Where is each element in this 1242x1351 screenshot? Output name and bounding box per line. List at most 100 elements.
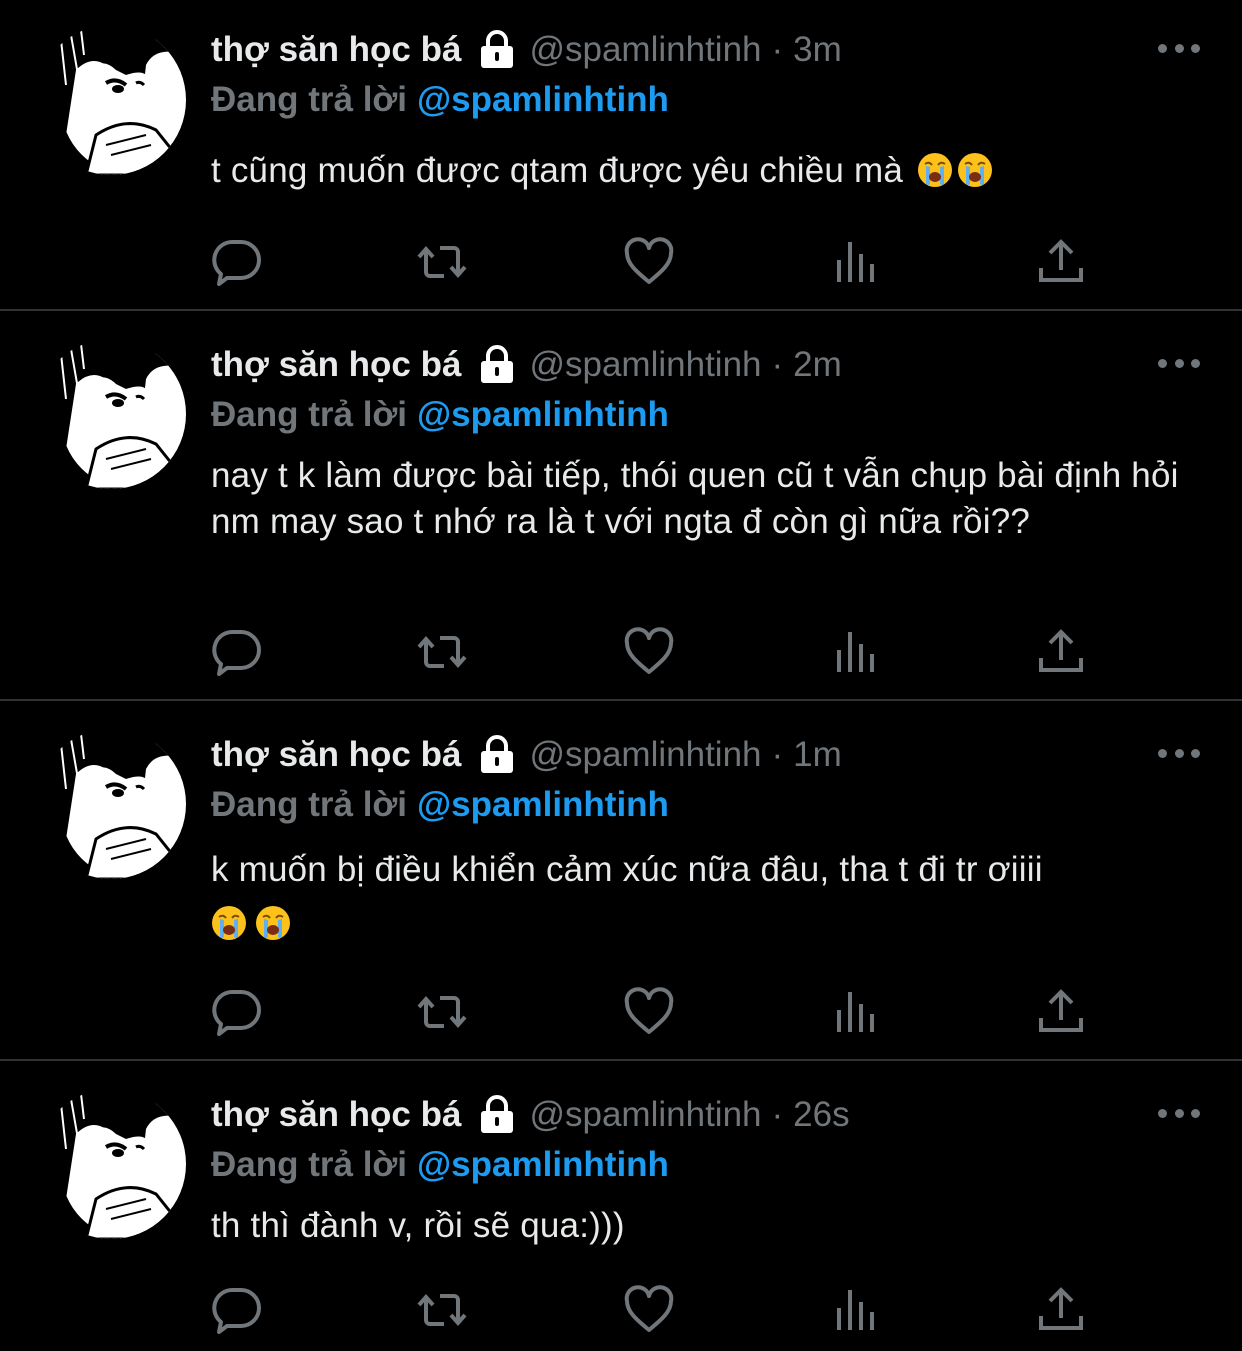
more-icon-dot xyxy=(1191,358,1200,368)
retweet-icon xyxy=(416,236,468,288)
replying-to-label: Đang trả lời xyxy=(211,785,408,824)
more-icon-dot xyxy=(1174,43,1184,53)
more-icon xyxy=(1158,1108,1167,1118)
like-icon xyxy=(623,626,675,678)
replying-to-handle[interactable]: @spamlinhtinh xyxy=(417,395,669,434)
replying-to: Đang trả lời @spamlinhtinh xyxy=(211,1145,669,1185)
loudly-crying-face-emoji xyxy=(957,152,993,188)
views-button[interactable] xyxy=(831,1284,883,1336)
share-icon xyxy=(1035,626,1087,678)
username[interactable]: @spamlinhtinh xyxy=(529,1095,761,1135)
share-icon xyxy=(1035,1284,1087,1336)
tweet-header: thợ săn học bá @spamlinhtinh · 26s xyxy=(211,1091,850,1139)
avatar[interactable] xyxy=(36,339,186,489)
separator: · xyxy=(771,1095,784,1134)
loudly-crying-face-emoji xyxy=(211,905,247,941)
more-button[interactable] xyxy=(1158,738,1200,768)
replying-to: Đang trả lời @spamlinhtinh xyxy=(211,785,669,825)
share-icon xyxy=(1035,986,1087,1038)
tweet-text: t cũng muốn được qtam được yêu chiều mà xyxy=(211,148,1201,194)
like-button[interactable] xyxy=(623,1284,675,1336)
username[interactable]: @spamlinhtinh xyxy=(529,30,761,70)
action-bar xyxy=(211,236,1111,286)
reply-button[interactable] xyxy=(211,986,263,1038)
retweet-button[interactable] xyxy=(416,1284,468,1336)
like-icon xyxy=(623,1284,675,1336)
more-icon-dot xyxy=(1191,748,1200,758)
replying-to: Đang trả lời @spamlinhtinh xyxy=(211,395,669,435)
views-button[interactable] xyxy=(831,626,883,678)
timestamp[interactable]: 26s xyxy=(793,1095,849,1135)
username[interactable]: @spamlinhtinh xyxy=(529,735,761,775)
views-icon xyxy=(831,986,883,1038)
timestamp[interactable]: 3m xyxy=(793,30,842,70)
replying-to-handle[interactable]: @spamlinhtinh xyxy=(417,1145,669,1184)
timestamp[interactable]: 1m xyxy=(793,735,842,775)
views-button[interactable] xyxy=(831,236,883,288)
more-button[interactable] xyxy=(1158,33,1200,63)
tweet-text: th thì đành v, rồi sẽ qua:))) xyxy=(211,1203,1201,1249)
replying-to-handle[interactable]: @spamlinhtinh xyxy=(417,785,669,824)
avatar[interactable] xyxy=(36,1089,186,1239)
tweet-header: thợ săn học bá @spamlinhtinh · 1m xyxy=(211,731,842,779)
display-name[interactable]: thợ săn học bá xyxy=(211,1095,461,1135)
lock-icon xyxy=(479,1095,515,1135)
reply-icon xyxy=(211,986,263,1038)
share-button[interactable] xyxy=(1035,986,1087,1038)
retweet-button[interactable] xyxy=(416,236,468,288)
tweet[interactable]: thợ săn học bá @spamlinhtinh · 1m Đang t… xyxy=(0,701,1242,1059)
timestamp[interactable]: 2m xyxy=(793,345,842,385)
retweet-button[interactable] xyxy=(416,626,468,678)
avatar[interactable] xyxy=(36,729,186,879)
separator: · xyxy=(771,345,784,384)
tweet-text-content: t cũng muốn được qtam được yêu chiều mà xyxy=(211,151,903,190)
tweet[interactable]: thợ săn học bá @spamlinhtinh · 2m Đang t… xyxy=(0,311,1242,699)
tweet-text-content: nay t k làm được bài tiếp, thói quen cũ … xyxy=(211,456,1179,541)
separator: · xyxy=(771,735,784,774)
lock-icon xyxy=(479,345,515,385)
tweet-text-content: th thì đành v, rồi sẽ qua:))) xyxy=(211,1206,625,1245)
reply-button[interactable] xyxy=(211,626,263,678)
lock-icon xyxy=(479,735,515,775)
more-icon-dot xyxy=(1191,43,1200,53)
reply-icon xyxy=(211,626,263,678)
tweet-header: thợ săn học bá @spamlinhtinh · 2m xyxy=(211,341,842,389)
more-button[interactable] xyxy=(1158,1098,1200,1128)
replying-to-label: Đang trả lời xyxy=(211,395,408,434)
tweet[interactable]: thợ săn học bá @spamlinhtinh · 26s Đang … xyxy=(0,1061,1242,1351)
tweet[interactable]: thợ săn học bá @spamlinhtinh · 3m Đang t… xyxy=(0,0,1242,310)
more-icon xyxy=(1158,43,1167,53)
like-button[interactable] xyxy=(623,626,675,678)
more-icon-dot xyxy=(1191,1108,1200,1118)
reply-icon xyxy=(211,1284,263,1336)
reply-icon xyxy=(211,236,263,288)
retweet-button[interactable] xyxy=(416,986,468,1038)
like-button[interactable] xyxy=(623,986,675,1038)
share-button[interactable] xyxy=(1035,236,1087,288)
separator: · xyxy=(771,30,784,69)
tweet-text-content: k muốn bị điều khiển cảm xúc nữa đâu, th… xyxy=(211,850,1043,889)
avatar[interactable] xyxy=(36,25,186,175)
display-name[interactable]: thợ săn học bá xyxy=(211,735,461,775)
share-button[interactable] xyxy=(1035,626,1087,678)
reply-button[interactable] xyxy=(211,1284,263,1336)
display-name[interactable]: thợ săn học bá xyxy=(211,30,461,70)
tweet-text: nay t k làm được bài tiếp, thói quen cũ … xyxy=(211,453,1201,545)
action-bar xyxy=(211,986,1111,1036)
more-button[interactable] xyxy=(1158,348,1200,378)
views-icon xyxy=(831,236,883,288)
username[interactable]: @spamlinhtinh xyxy=(529,345,761,385)
more-icon xyxy=(1158,358,1167,368)
more-icon-dot xyxy=(1174,358,1184,368)
like-button[interactable] xyxy=(623,236,675,288)
replying-to-handle[interactable]: @spamlinhtinh xyxy=(417,80,669,119)
display-name[interactable]: thợ săn học bá xyxy=(211,345,461,385)
reply-button[interactable] xyxy=(211,236,263,288)
share-button[interactable] xyxy=(1035,1284,1087,1336)
more-icon xyxy=(1158,748,1167,758)
action-bar xyxy=(211,626,1111,676)
tweet-header: thợ săn học bá @spamlinhtinh · 3m xyxy=(211,26,842,74)
views-button[interactable] xyxy=(831,986,883,1038)
like-icon xyxy=(623,236,675,288)
replying-to-label: Đang trả lời xyxy=(211,1145,408,1184)
